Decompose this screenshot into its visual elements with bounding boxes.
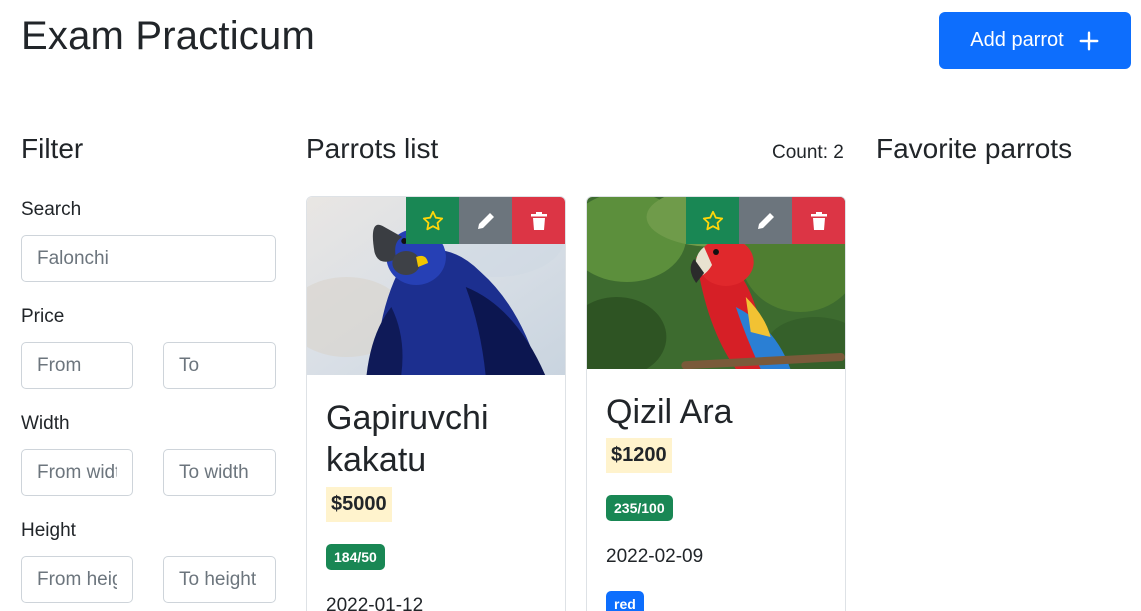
parrot-price: $5000: [326, 487, 392, 522]
favorite-parrots-title: Favorite parrots: [876, 133, 1073, 164]
favorite-button[interactable]: [406, 197, 459, 244]
price-from-input[interactable]: [21, 342, 133, 389]
trash-icon: [530, 211, 547, 230]
parrot-date: 2022-02-09: [606, 546, 704, 567]
plus-icon: [1079, 31, 1099, 50]
edit-button[interactable]: [739, 197, 792, 244]
parrot-card: Qizil Ara $1200 235/100 2022-02-09 red: [586, 196, 846, 611]
width-from-input[interactable]: [21, 449, 133, 496]
height-to-input[interactable]: [163, 556, 276, 603]
star-icon: [702, 210, 723, 230]
width-label: Width: [21, 413, 70, 434]
delete-button[interactable]: [792, 197, 845, 244]
card-actions: [406, 197, 565, 244]
parrot-size-badge: 184/50: [326, 544, 385, 570]
trash-icon: [810, 211, 827, 230]
search-input[interactable]: [21, 235, 276, 282]
price-to-input[interactable]: [163, 342, 276, 389]
edit-button[interactable]: [459, 197, 512, 244]
card-actions: [686, 197, 845, 244]
filter-title: Filter: [21, 133, 84, 164]
width-to-input[interactable]: [163, 449, 276, 496]
parrot-size-badge: 235/100: [606, 495, 673, 521]
app-title: Exam Practicum: [21, 14, 315, 58]
search-label: Search: [21, 199, 82, 220]
parrot-date: 2022-01-12: [326, 595, 424, 611]
parrot-name: Gapiruvchi kakatu: [326, 399, 489, 479]
add-parrot-button[interactable]: Add parrot: [939, 12, 1131, 69]
parrot-price: $1200: [606, 438, 672, 473]
parrot-card: Gapiruvchi kakatu $5000 184/50 2022-01-1…: [306, 196, 566, 611]
pencil-icon: [477, 212, 494, 229]
pencil-icon: [757, 212, 774, 229]
parrot-feature-badge: red: [606, 591, 644, 611]
parrot-name: Qizil Ara: [606, 393, 733, 431]
price-label: Price: [21, 306, 65, 327]
height-label: Height: [21, 520, 76, 541]
parrots-count: Count: 2: [772, 142, 844, 163]
delete-button[interactable]: [512, 197, 565, 244]
favorite-button[interactable]: [686, 197, 739, 244]
height-from-input[interactable]: [21, 556, 133, 603]
add-parrot-label: Add parrot: [970, 29, 1064, 51]
parrots-list-title: Parrots list: [306, 133, 439, 164]
star-icon: [422, 210, 443, 230]
